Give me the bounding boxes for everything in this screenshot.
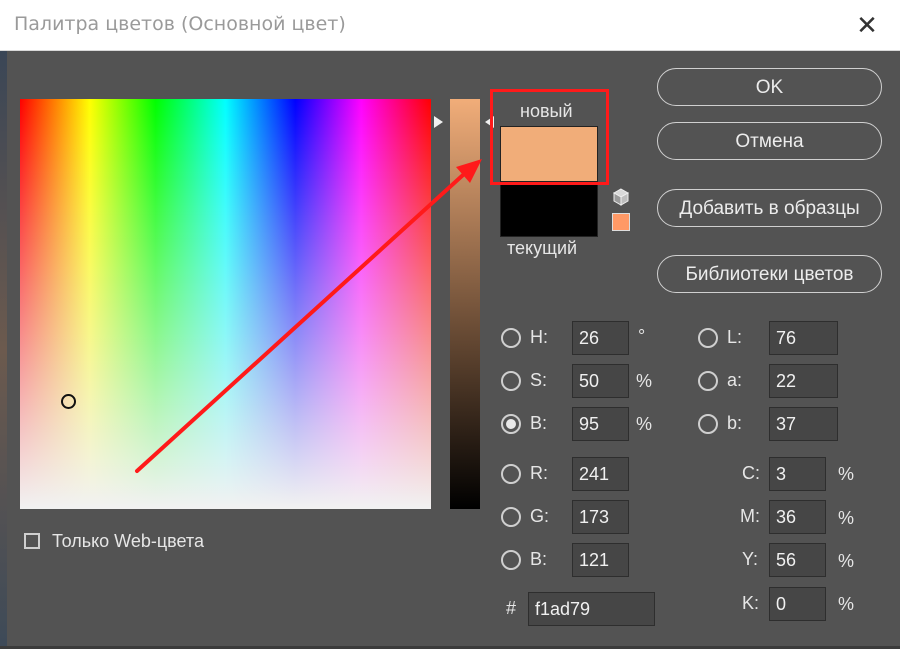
input-m[interactable]: 36 [769, 500, 826, 534]
hex-input[interactable]: f1ad79 [528, 592, 655, 626]
label-rgb-b: B: [530, 549, 548, 569]
color-field[interactable] [20, 99, 431, 509]
input-g[interactable]: 173 [572, 500, 629, 534]
radio-rgb-b[interactable] [501, 550, 521, 570]
input-rgb-b[interactable]: 121 [572, 543, 629, 577]
label-r: R: [530, 463, 548, 483]
input-c[interactable]: 3 [769, 457, 826, 491]
unit-m: % [838, 508, 855, 528]
hex-label: # [506, 598, 517, 618]
label-c: C: [742, 463, 760, 483]
input-s[interactable]: 50 [572, 364, 629, 398]
input-h[interactable]: 26 [572, 321, 629, 355]
slider-left-arrow-icon[interactable] [434, 116, 443, 128]
unit-c: % [838, 464, 855, 484]
radio-b[interactable] [501, 414, 521, 434]
close-icon[interactable]: ✕ [850, 8, 884, 42]
label-g: G: [530, 506, 550, 526]
label-lab-b: b: [727, 413, 743, 433]
radio-s[interactable] [501, 371, 521, 391]
label-b: B: [530, 413, 548, 433]
annotation-highlight-box [490, 89, 609, 185]
ok-button[interactable]: OK [657, 68, 882, 106]
brightness-slider[interactable] [450, 99, 480, 509]
cancel-button[interactable]: Отмена [657, 122, 882, 160]
label-s: S: [530, 370, 548, 390]
radio-a[interactable] [698, 371, 718, 391]
input-y[interactable]: 56 [769, 543, 826, 577]
label-k: K: [742, 593, 760, 613]
input-b[interactable]: 95 [572, 407, 629, 441]
web-only-label[interactable]: Только Web-цвета [52, 531, 204, 552]
input-k[interactable]: 0 [769, 587, 826, 621]
label-y: Y: [742, 549, 759, 569]
radio-r[interactable] [501, 464, 521, 484]
input-a[interactable]: 22 [769, 364, 838, 398]
add-to-swatches-button[interactable]: Добавить в образцы [657, 189, 882, 227]
label-h: H: [530, 327, 548, 347]
label-a: a: [727, 370, 743, 390]
radio-lab-b[interactable] [698, 414, 718, 434]
window-title: Палитра цветов (Основной цвет) [14, 13, 346, 35]
unit-k: % [838, 594, 855, 614]
current-color-label: текущий [507, 238, 578, 258]
input-r[interactable]: 241 [572, 457, 629, 491]
websafe-swatch-icon[interactable] [612, 213, 630, 231]
cube-icon[interactable] [612, 188, 630, 206]
radio-g[interactable] [501, 507, 521, 527]
input-l[interactable]: 76 [769, 321, 838, 355]
color-field-cursor[interactable] [61, 394, 76, 409]
color-libraries-button[interactable]: Библиотеки цветов [657, 255, 882, 293]
label-m: M: [740, 506, 760, 526]
unit-b: % [636, 414, 653, 434]
unit-h: ° [638, 326, 646, 346]
web-only-checkbox[interactable] [24, 533, 40, 549]
background-edge [0, 51, 7, 649]
unit-s: % [636, 371, 653, 391]
input-lab-b[interactable]: 37 [769, 407, 838, 441]
current-color-swatch[interactable] [500, 181, 598, 237]
unit-y: % [838, 551, 855, 571]
label-l: L: [727, 327, 743, 347]
radio-l[interactable] [698, 328, 718, 348]
radio-h[interactable] [501, 328, 521, 348]
title-bar: Палитра цветов (Основной цвет) ✕ [0, 0, 900, 51]
